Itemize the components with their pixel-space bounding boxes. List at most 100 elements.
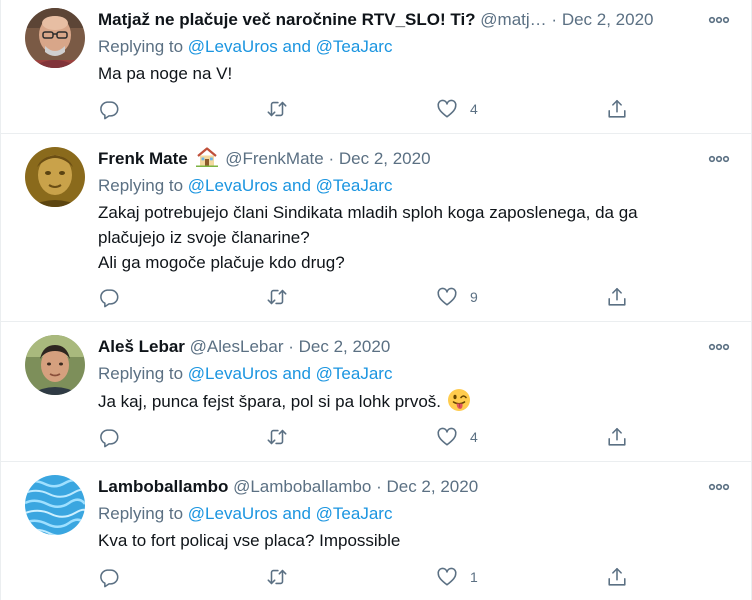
reply-button[interactable] bbox=[98, 565, 120, 589]
reply-button[interactable] bbox=[98, 285, 120, 309]
share-button[interactable] bbox=[606, 97, 628, 121]
avatar[interactable] bbox=[25, 147, 85, 207]
mention-link[interactable]: @TeaJarc bbox=[316, 176, 393, 195]
tweet-header: Lamboballambo @Lamboballambo · Dec 2, 20… bbox=[98, 475, 691, 499]
mention-link[interactable]: @TeaJarc bbox=[316, 504, 393, 523]
replying-to-label: Replying to bbox=[98, 504, 184, 523]
replying-to: Replying to @LevaUros and @TeaJarc bbox=[98, 174, 731, 198]
mention-link[interactable]: @TeaJarc bbox=[316, 364, 393, 383]
action-bar: 4 bbox=[98, 97, 638, 121]
more-icon[interactable] bbox=[707, 335, 731, 359]
display-name[interactable]: Aleš Lebar bbox=[98, 337, 185, 356]
reply-button[interactable] bbox=[98, 425, 120, 449]
mention-link[interactable]: @LevaUros bbox=[188, 176, 278, 195]
replying-to: Replying to @LevaUros and @TeaJarc bbox=[98, 362, 731, 386]
reply-icon bbox=[98, 286, 120, 308]
handle[interactable]: @matj… bbox=[480, 10, 546, 29]
tweet-text-line: Kva to fort policaj vse placa? Impossibl… bbox=[98, 531, 401, 550]
retweet-icon bbox=[266, 98, 288, 120]
display-name[interactable]: Matjaž ne plačuje več naročnine RTV_SLO!… bbox=[98, 10, 476, 29]
like-count: 4 bbox=[470, 429, 478, 445]
display-name[interactable]: Frenk Mate bbox=[98, 149, 188, 168]
tweet-text-line: plačujejo iz svoje članarine? bbox=[98, 228, 310, 247]
more-icon[interactable] bbox=[707, 8, 731, 32]
share-icon bbox=[606, 286, 628, 308]
mention-link[interactable]: @LevaUros bbox=[188, 364, 278, 383]
like-count: 1 bbox=[470, 569, 478, 585]
share-icon bbox=[606, 98, 628, 120]
mention-and: and bbox=[282, 176, 311, 195]
tweet-text: Zakaj potrebujejo člani Sindikata mladih… bbox=[98, 200, 721, 275]
share-icon bbox=[606, 426, 628, 448]
winking-face-tongue-icon bbox=[447, 388, 471, 419]
tweet-header: Aleš Lebar @AlesLebar · Dec 2, 2020 bbox=[98, 335, 691, 359]
replying-to-label: Replying to bbox=[98, 176, 184, 195]
action-bar: 4 bbox=[98, 425, 638, 449]
tweet-text: Ja kaj, punca fejst špara, pol si pa loh… bbox=[98, 388, 721, 419]
more-icon[interactable] bbox=[707, 147, 731, 171]
avatar[interactable] bbox=[25, 475, 85, 535]
like-button[interactable]: 4 bbox=[436, 425, 478, 449]
retweet-button[interactable] bbox=[266, 97, 288, 121]
retweet-button[interactable] bbox=[266, 285, 288, 309]
mention-link[interactable]: @LevaUros bbox=[188, 37, 278, 56]
avatar[interactable] bbox=[25, 8, 85, 68]
like-icon bbox=[436, 566, 458, 588]
like-icon bbox=[436, 286, 458, 308]
handle[interactable]: @Lamboballambo bbox=[233, 477, 371, 496]
mention-link[interactable]: @LevaUros bbox=[188, 504, 278, 523]
tweet[interactable]: Lamboballambo @Lamboballambo · Dec 2, 20… bbox=[1, 462, 751, 600]
tweet[interactable]: Aleš Lebar @AlesLebar · Dec 2, 2020 Repl… bbox=[1, 322, 751, 462]
like-button[interactable]: 1 bbox=[436, 565, 478, 589]
like-icon bbox=[436, 426, 458, 448]
handle[interactable]: @FrenkMate bbox=[225, 149, 324, 168]
replying-to: Replying to @LevaUros and @TeaJarc bbox=[98, 35, 731, 59]
share-button[interactable] bbox=[606, 565, 628, 589]
action-bar: 9 bbox=[98, 285, 638, 309]
replying-to: Replying to @LevaUros and @TeaJarc bbox=[98, 502, 731, 526]
share-button[interactable] bbox=[606, 285, 628, 309]
tweet-text: Ma pa noge na V! bbox=[98, 61, 721, 86]
mention-link[interactable]: @TeaJarc bbox=[316, 37, 393, 56]
reply-icon bbox=[98, 426, 120, 448]
retweet-button[interactable] bbox=[266, 565, 288, 589]
separator: · bbox=[551, 10, 558, 29]
tweet[interactable]: Matjaž ne plačuje več naročnine RTV_SLO!… bbox=[1, 0, 751, 134]
timestamp[interactable]: Dec 2, 2020 bbox=[386, 477, 478, 496]
timestamp[interactable]: Dec 2, 2020 bbox=[299, 337, 391, 356]
house-icon bbox=[196, 147, 219, 171]
reply-icon bbox=[98, 98, 120, 120]
tweet-header: Frenk Mate @FrenkMate · Dec 2, 2020 bbox=[98, 147, 691, 171]
like-count: 4 bbox=[470, 101, 478, 117]
replying-to-label: Replying to bbox=[98, 37, 184, 56]
tweet-text-line: Zakaj potrebujejo člani Sindikata mladih… bbox=[98, 203, 638, 222]
reply-timeline: Matjaž ne plačuje več naročnine RTV_SLO!… bbox=[0, 0, 752, 600]
like-icon bbox=[436, 98, 458, 120]
retweet-icon bbox=[266, 566, 288, 588]
handle[interactable]: @AlesLebar bbox=[190, 337, 284, 356]
timestamp[interactable]: Dec 2, 2020 bbox=[562, 10, 654, 29]
like-button[interactable]: 9 bbox=[436, 285, 478, 309]
share-button[interactable] bbox=[606, 425, 628, 449]
timestamp[interactable]: Dec 2, 2020 bbox=[339, 149, 431, 168]
tweet[interactable]: Frenk Mate @FrenkMate · Dec 2, 2020 Repl… bbox=[1, 134, 751, 322]
tweet-text-line: Ja kaj, punca fejst špara, pol si pa loh… bbox=[98, 388, 721, 419]
like-button[interactable]: 4 bbox=[436, 97, 478, 121]
display-name[interactable]: Lamboballambo bbox=[98, 477, 228, 496]
reply-button[interactable] bbox=[98, 97, 120, 121]
retweet-icon bbox=[266, 286, 288, 308]
retweet-button[interactable] bbox=[266, 425, 288, 449]
tweet-text-line: Ma pa noge na V! bbox=[98, 64, 233, 83]
share-icon bbox=[606, 566, 628, 588]
reply-icon bbox=[98, 566, 120, 588]
like-count: 9 bbox=[470, 289, 478, 305]
separator: · bbox=[288, 337, 294, 356]
mention-and: and bbox=[282, 364, 311, 383]
more-icon[interactable] bbox=[707, 475, 731, 499]
tweet-text: Kva to fort policaj vse placa? Impossibl… bbox=[98, 528, 721, 553]
mention-and: and bbox=[282, 504, 311, 523]
separator: · bbox=[376, 477, 382, 496]
tweet-text-content: Ja kaj, punca fejst špara, pol si pa loh… bbox=[98, 392, 442, 411]
retweet-icon bbox=[266, 426, 288, 448]
avatar[interactable] bbox=[25, 335, 85, 395]
